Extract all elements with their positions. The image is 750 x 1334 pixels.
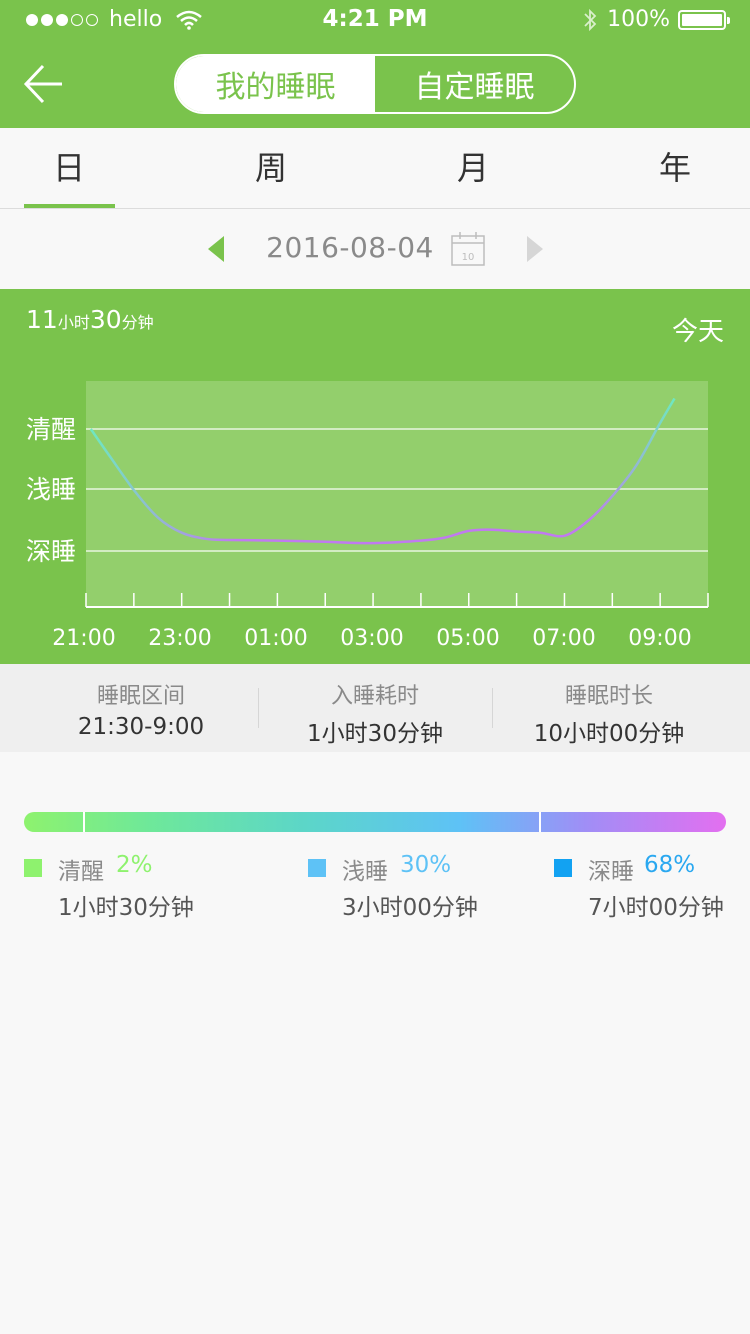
today-label: 今天 xyxy=(671,317,724,347)
legend-swatch xyxy=(554,859,572,877)
chart-y-level-label: 深睡 xyxy=(26,537,76,566)
duration-hours: 11 xyxy=(26,305,58,334)
legend-light-sleep: 浅睡 30% 3小时00分钟 xyxy=(308,852,528,922)
legend-duration: 7小时00分钟 xyxy=(588,895,724,921)
sleep-stats: 睡眠区间 21:30-9:00 入睡耗时 1小时30分钟 睡眠时长 10小时00… xyxy=(0,664,750,752)
stat-label: 睡眠区间 xyxy=(96,684,185,709)
total-duration: 11小时30分钟 xyxy=(26,305,154,334)
status-right: 100% xyxy=(583,7,730,32)
chart-x-tick-label: 05:00 xyxy=(436,626,499,651)
legend-percent: 30% xyxy=(400,852,452,878)
stat-sleep-duration: 睡眠时长 10小时00分钟 xyxy=(492,664,726,752)
chart-x-tick-label: 07:00 xyxy=(532,626,595,651)
legend-deep-sleep: 深睡 68% 7小时00分钟 xyxy=(554,852,744,922)
sleep-ratio-bar xyxy=(24,812,726,832)
period-tabs: 日 周 月 年 xyxy=(0,128,750,209)
battery-icon xyxy=(678,9,730,30)
ratio-separator xyxy=(539,812,541,832)
legend-swatch xyxy=(308,859,326,877)
stat-value: 1小时30分钟 xyxy=(307,721,443,747)
calendar-day-number: 10 xyxy=(462,252,475,263)
tab-year[interactable]: 年 xyxy=(630,128,720,208)
battery-percent: 100% xyxy=(607,7,670,32)
duration-minutes-unit: 分钟 xyxy=(121,313,154,332)
segment-custom-sleep[interactable]: 自定睡眠 xyxy=(375,56,574,112)
date-navigator: 2016-08-04 10 xyxy=(0,209,750,289)
status-bar: hello 4:21 PM 100% xyxy=(0,0,750,40)
bluetooth-icon xyxy=(584,8,597,31)
legend-duration: 3小时00分钟 xyxy=(342,895,478,921)
sleep-mode-segmented-control: 我的睡眠 自定睡眠 xyxy=(174,54,576,114)
stat-value: 10小时00分钟 xyxy=(533,721,685,747)
sleep-curve-chart: 清醒浅睡深睡 21:00 23:00 01:00 03:00 05:00 07:00 09:… xyxy=(26,381,709,651)
next-day-icon[interactable] xyxy=(527,236,543,262)
chart-x-tick-label: 01:00 xyxy=(244,626,307,651)
calendar-icon[interactable]: 10 xyxy=(450,231,486,267)
stat-label: 睡眠时长 xyxy=(564,684,653,709)
duration-hours-unit: 小时 xyxy=(57,313,90,332)
legend-swatch xyxy=(24,859,42,877)
stat-sleep-interval: 睡眠区间 21:30-9:00 xyxy=(24,664,258,752)
chart-y-level-label: 浅睡 xyxy=(26,475,76,504)
tab-week[interactable]: 周 xyxy=(226,128,316,208)
stat-value: 21:30-9:00 xyxy=(77,714,205,740)
legend-percent: 2% xyxy=(116,852,153,878)
duration-minutes: 30 xyxy=(89,305,122,334)
back-arrow-icon[interactable] xyxy=(22,62,66,106)
chart-y-level-label: 清醒 xyxy=(26,415,76,444)
stat-fall-asleep-time: 入睡耗时 1小时30分钟 xyxy=(258,664,492,752)
legend-name: 深睡 xyxy=(588,859,634,885)
legend-name: 浅睡 xyxy=(342,859,388,885)
previous-day-icon[interactable] xyxy=(208,236,224,262)
legend-percent: 68% xyxy=(644,852,696,878)
chart-x-tick-label: 03:00 xyxy=(340,626,403,651)
chart-x-tick-label: 21:00 xyxy=(52,626,115,651)
app-header: hello 4:21 PM 100% 我的睡眠 自定睡眠 xyxy=(0,0,750,128)
stat-label: 入睡耗时 xyxy=(330,684,419,709)
chart-x-tick-label: 23:00 xyxy=(148,626,211,651)
legend-duration: 1小时30分钟 xyxy=(58,895,194,921)
legend-awake: 清醒 2% 1小时30分钟 xyxy=(24,852,264,922)
sleep-chart-panel: 清醒浅睡深睡 21:00 23:00 01:00 03:00 05:00 07:00 09:… xyxy=(0,289,750,664)
segment-my-sleep[interactable]: 我的睡眠 xyxy=(176,56,375,112)
chart-x-tick-label: 09:00 xyxy=(628,626,691,651)
tab-day[interactable]: 日 xyxy=(24,128,114,208)
active-tab-indicator xyxy=(24,204,115,208)
legend-name: 清醒 xyxy=(58,859,104,885)
ratio-separator xyxy=(83,812,85,832)
current-date: 2016-08-04 xyxy=(266,231,434,264)
tab-month[interactable]: 月 xyxy=(428,128,518,208)
